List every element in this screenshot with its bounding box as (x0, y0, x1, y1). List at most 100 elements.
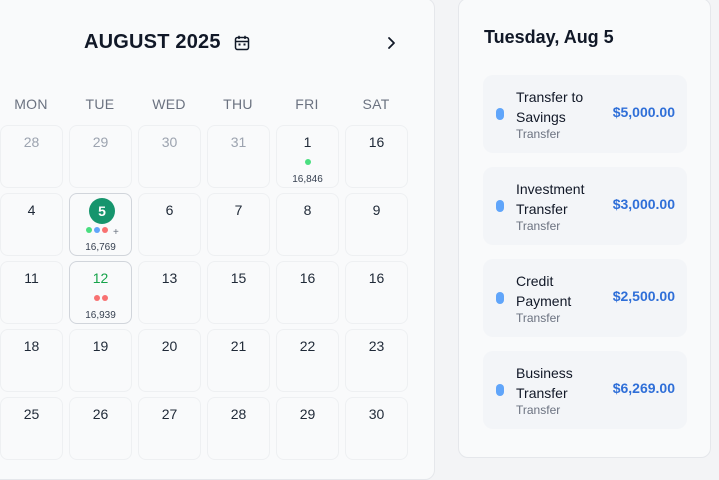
weekday-sat: SAT (362, 96, 390, 112)
category-dot-icon (496, 384, 504, 396)
month-title: AUGUST 2025 (84, 31, 221, 53)
event-dots (70, 295, 131, 301)
day-cell[interactable]: 7 (207, 193, 270, 256)
day-cell[interactable]: 16 (276, 261, 339, 324)
transaction-item[interactable]: Transfer to Savings Transfer $5,000.00 (483, 75, 687, 153)
transaction-amount: $5,000.00 (612, 104, 675, 120)
day-number: 16 (299, 270, 316, 286)
transaction-type: Transfer (516, 219, 561, 233)
day-balance: 16,939 (85, 310, 116, 321)
day-number: 22 (299, 338, 316, 354)
day-cell[interactable]: 4 (0, 193, 63, 256)
day-number: 29 (92, 134, 109, 150)
calendar-panel: AUGUST 2025 MON TUE WED THU FRI SAT 28 29 30 31 1… (0, 0, 435, 480)
day-cell[interactable]: 13 (138, 261, 201, 324)
transaction-type: Transfer (516, 403, 561, 417)
day-number: 28 (23, 134, 40, 150)
transaction-name: Investment Transfer (516, 181, 585, 217)
transaction-item[interactable]: Business Transfer Transfer $6,269.00 (483, 351, 687, 429)
event-dot (93, 295, 100, 301)
day-cell[interactable]: 21 (207, 329, 270, 392)
day-cell[interactable]: 8 (276, 193, 339, 256)
day-cell[interactable]: 6 (138, 193, 201, 256)
event-dot (93, 227, 100, 233)
next-month-button[interactable] (382, 34, 400, 52)
transaction-name: Transfer to Savings (516, 89, 584, 125)
transaction-name: Business Transfer (516, 365, 573, 401)
day-number: 30 (161, 134, 178, 150)
day-cell[interactable]: 15 (207, 261, 270, 324)
day-cell[interactable]: 30 (345, 397, 408, 460)
transaction-amount: $6,269.00 (612, 380, 675, 396)
day-number: 7 (234, 202, 243, 218)
day-cell[interactable]: 16 (345, 261, 408, 324)
day-number: 29 (299, 406, 316, 422)
event-dot (101, 295, 108, 301)
day-number: 27 (161, 406, 178, 422)
event-dot (85, 227, 92, 233)
day-number: 18 (23, 338, 40, 354)
day-number: 23 (368, 338, 385, 354)
more-events-indicator: + (113, 227, 119, 238)
category-dot-icon (496, 200, 504, 212)
day-number: 1 (303, 134, 312, 150)
day-cell[interactable]: 11 (0, 261, 63, 324)
day-cell[interactable]: 23 (345, 329, 408, 392)
day-cell[interactable]: 30 (138, 125, 201, 188)
day-number: 25 (23, 406, 40, 422)
day-number: 12 (92, 270, 109, 286)
day-cell[interactable]: 28 (0, 125, 63, 188)
day-number: 9 (372, 202, 381, 218)
transaction-item[interactable]: Investment Transfer Transfer $3,000.00 (483, 167, 687, 245)
day-cell[interactable]: 5 +16,769 (69, 193, 132, 256)
day-cell[interactable]: 18 (0, 329, 63, 392)
transaction-type: Transfer (516, 127, 561, 141)
category-dot-icon (496, 292, 504, 304)
transaction-name: Credit Payment (516, 273, 572, 309)
day-cell[interactable]: 28 (207, 397, 270, 460)
day-number: 13 (161, 270, 178, 286)
event-dot (304, 159, 311, 165)
day-cell[interactable]: 27 (138, 397, 201, 460)
day-cell[interactable]: 22 (276, 329, 339, 392)
day-detail-panel: Tuesday, Aug 5 Transfer to Savings Transf… (458, 0, 711, 458)
transaction-amount: $3,000.00 (612, 196, 675, 212)
day-cell[interactable]: 16 (345, 125, 408, 188)
day-cell[interactable]: 20 (138, 329, 201, 392)
day-cell[interactable]: 19 (69, 329, 132, 392)
day-number: 11 (24, 270, 39, 286)
today-marker: 5 (89, 198, 115, 224)
day-cell[interactable]: 1 16,846 (276, 125, 339, 188)
selected-date-title: Tuesday, Aug 5 (484, 27, 614, 47)
day-number: 28 (230, 406, 247, 422)
day-number: 4 (27, 202, 36, 218)
weekday-tue: TUE (85, 96, 115, 112)
day-cell[interactable]: 29 (69, 125, 132, 188)
event-dots (62, 227, 131, 233)
day-cell[interactable]: 29 (276, 397, 339, 460)
event-dot (101, 227, 108, 233)
weekday-fri: FRI (295, 96, 319, 112)
day-cell[interactable]: 31 (207, 125, 270, 188)
day-number: 20 (161, 338, 178, 354)
day-balance: 16,769 (85, 242, 116, 253)
day-number: 31 (230, 134, 247, 150)
weekday-thu: THU (223, 96, 253, 112)
day-number: 21 (230, 338, 247, 354)
transaction-type: Transfer (516, 311, 561, 325)
day-number: 15 (230, 270, 247, 286)
weekday-wed: WED (152, 96, 186, 112)
category-dot-icon (496, 108, 504, 120)
day-cell[interactable]: 9 (345, 193, 408, 256)
day-number: 19 (92, 338, 109, 354)
day-cell[interactable]: 12 16,939 (69, 261, 132, 324)
day-number: 26 (92, 406, 109, 422)
day-balance: 16,846 (292, 174, 323, 185)
transaction-item[interactable]: Credit Payment Transfer $2,500.00 (483, 259, 687, 337)
day-cell[interactable]: 25 (0, 397, 63, 460)
calendar-icon[interactable] (234, 35, 250, 51)
weekday-mon: MON (14, 96, 48, 112)
day-cell[interactable]: 26 (69, 397, 132, 460)
calendar-header: AUGUST 2025 (0, 0, 434, 59)
day-number: 16 (368, 134, 385, 150)
